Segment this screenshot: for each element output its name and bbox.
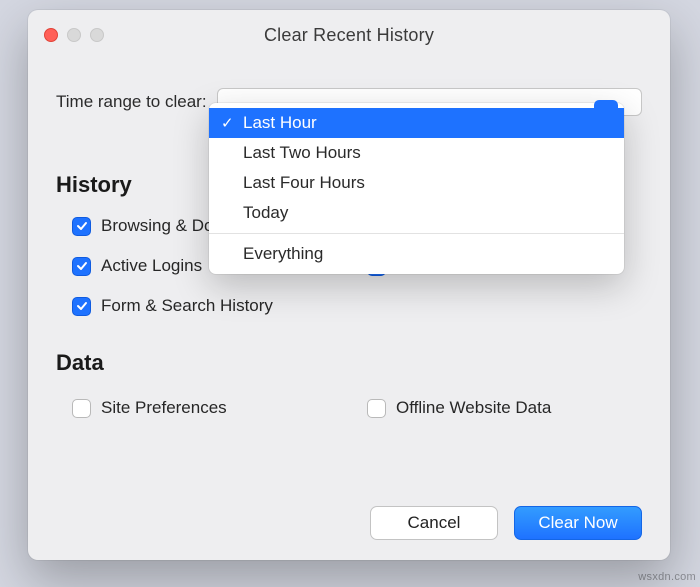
dropdown-option-last-four-hours[interactable]: Last Four Hours: [209, 168, 624, 198]
window-controls: [44, 28, 104, 42]
checkbox-offline-website-data[interactable]: Offline Website Data: [367, 398, 642, 418]
checkbox-site-preferences[interactable]: Site Preferences: [72, 398, 347, 418]
checkbox-empty-icon: [367, 399, 386, 418]
button-label: Cancel: [408, 513, 461, 533]
window-title: Clear Recent History: [264, 25, 434, 46]
dropdown-option-label: Everything: [243, 244, 323, 264]
data-checkboxes: Site Preferences Offline Website Data: [56, 398, 642, 418]
section-heading-data: Data: [56, 350, 642, 376]
checkbox-label: Site Preferences: [101, 398, 227, 418]
dropdown-option-label: Today: [243, 203, 288, 223]
dropdown-option-label: Last Hour: [243, 113, 317, 133]
close-icon[interactable]: [44, 28, 58, 42]
dropdown-option-label: Last Two Hours: [243, 143, 361, 163]
watermark: wsxdn.com: [638, 571, 696, 583]
dialog-window: Clear Recent History Time range to clear…: [28, 10, 670, 560]
checkbox-form-search-history[interactable]: Form & Search History: [72, 296, 347, 316]
maximize-icon[interactable]: [90, 28, 104, 42]
cancel-button[interactable]: Cancel: [370, 506, 498, 540]
checkmark-icon: ✓: [221, 114, 234, 132]
checkbox-label: Form & Search History: [101, 296, 273, 316]
dropdown-option-today[interactable]: Today: [209, 198, 624, 228]
dropdown-option-everything[interactable]: Everything: [209, 239, 624, 269]
dropdown-option-label: Last Four Hours: [243, 173, 365, 193]
dropdown-option-last-two-hours[interactable]: Last Two Hours: [209, 138, 624, 168]
dropdown-option-last-hour[interactable]: ✓ Last Hour: [209, 108, 624, 138]
button-label: Clear Now: [538, 513, 617, 533]
dialog-buttons: Cancel Clear Now: [370, 506, 642, 540]
time-range-dropdown[interactable]: ✓ Last Hour Last Two Hours Last Four Hou…: [209, 103, 624, 274]
minimize-icon[interactable]: [67, 28, 81, 42]
clear-now-button[interactable]: Clear Now: [514, 506, 642, 540]
checkbox-label: Active Logins: [101, 256, 202, 276]
checkmark-icon: [72, 297, 91, 316]
dropdown-separator: [209, 233, 624, 234]
checkbox-empty-icon: [72, 399, 91, 418]
checkmark-icon: [72, 257, 91, 276]
titlebar: Clear Recent History: [28, 10, 670, 62]
time-range-label: Time range to clear:: [56, 92, 207, 112]
checkmark-icon: [72, 217, 91, 236]
checkbox-label: Offline Website Data: [396, 398, 551, 418]
